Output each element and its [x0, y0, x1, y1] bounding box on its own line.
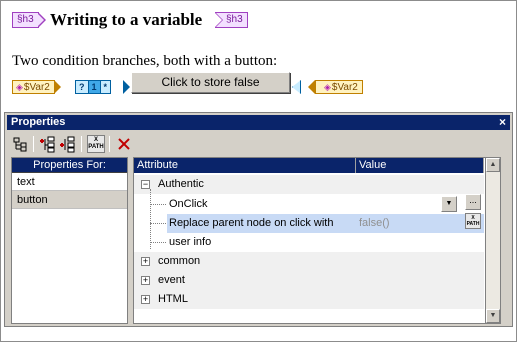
- attribute-row-onclick[interactable]: OnClick ▼: [134, 195, 484, 214]
- add-child-icon[interactable]: [39, 135, 57, 153]
- vertical-scrollbar[interactable]: ▲ ▼: [485, 157, 501, 324]
- scroll-up-icon[interactable]: ▲: [486, 158, 500, 172]
- properties-for-text[interactable]: text: [12, 173, 127, 191]
- value-column-header[interactable]: Value: [356, 158, 484, 173]
- variable-end-tag[interactable]: ◈$Var2: [308, 80, 363, 94]
- group-authentic-row[interactable]: − Authentic: [134, 175, 484, 194]
- group-html-row[interactable]: + HTML: [134, 290, 484, 309]
- toolbar-separator: [109, 136, 110, 152]
- collapse-icon[interactable]: −: [141, 180, 150, 189]
- properties-window: Properties × X PATH Properties For: text…: [4, 112, 513, 327]
- heading-writing-to-variable: Writing to a variable: [50, 10, 203, 29]
- variable-icon: ◈: [16, 82, 23, 92]
- group-common-label: common: [158, 255, 201, 267]
- h3-start-tag[interactable]: §h3: [12, 12, 46, 28]
- attribute-grid: Attribute Value − Authentic OnClick ▼ Re…: [133, 157, 499, 324]
- xpath-label-bottom: PATH: [466, 221, 480, 227]
- scroll-down-icon[interactable]: ▼: [486, 309, 500, 323]
- h3-end-tag[interactable]: §h3: [215, 12, 248, 28]
- properties-title: Properties: [11, 116, 66, 128]
- delete-icon[interactable]: [115, 135, 133, 153]
- branch-sentence: Two condition branches, both with a butt…: [12, 53, 278, 69]
- group-event-row[interactable]: + event: [134, 271, 484, 290]
- tree-view-icon[interactable]: [11, 135, 29, 153]
- condition-branch-star[interactable]: *: [100, 81, 111, 93]
- replace-parent-value[interactable]: false(): [359, 214, 390, 233]
- xpath-icon[interactable]: X PATH: [87, 135, 105, 153]
- condition-branch-1[interactable]: 1: [88, 81, 101, 93]
- xpath-icon[interactable]: X PATH: [465, 213, 481, 229]
- properties-for-list: Properties For: text button: [11, 157, 128, 324]
- close-icon[interactable]: ×: [499, 115, 506, 129]
- store-false-button[interactable]: Click to store false: [131, 72, 290, 93]
- xpath-label-top: X: [93, 137, 98, 143]
- xpath-label-bottom: PATH: [88, 144, 104, 150]
- expand-icon[interactable]: +: [141, 257, 150, 266]
- properties-titlebar: Properties ×: [7, 115, 510, 130]
- add-sibling-icon[interactable]: [59, 135, 77, 153]
- chevron-down-icon[interactable]: ▼: [441, 196, 457, 212]
- variable-start-label: $Var2: [23, 82, 50, 93]
- h3-end-tag-label: §h3: [226, 14, 243, 25]
- properties-for-button[interactable]: button: [12, 191, 127, 209]
- h3-start-tag-label: §h3: [17, 14, 34, 25]
- group-event-label: event: [158, 274, 185, 286]
- attribute-column-header[interactable]: Attribute: [134, 158, 356, 173]
- user-info-label: user info: [169, 236, 212, 248]
- variable-end-label: $Var2: [331, 82, 358, 93]
- variable-icon: ◈: [324, 82, 331, 92]
- properties-toolbar: X PATH: [9, 133, 509, 155]
- expand-icon[interactable]: +: [141, 295, 150, 304]
- group-common-row[interactable]: + common: [134, 252, 484, 271]
- expand-icon[interactable]: +: [141, 276, 150, 285]
- attribute-row-replace-parent[interactable]: Replace parent node on click with false(…: [134, 214, 484, 233]
- toolbar-separator: [33, 136, 34, 152]
- group-authentic-label: Authentic: [158, 178, 204, 190]
- ellipsis-button[interactable]: ...: [465, 194, 481, 210]
- replace-parent-label: Replace parent node on click with: [169, 217, 334, 229]
- toolbar-separator: [81, 136, 82, 152]
- condition-arrow-icon: [123, 80, 130, 94]
- condition-tag[interactable]: ? 1 *: [75, 80, 112, 94]
- onclick-label: OnClick: [169, 198, 208, 210]
- properties-for-header: Properties For:: [12, 158, 127, 173]
- condition-question[interactable]: ?: [76, 81, 89, 93]
- attribute-row-user-info[interactable]: user info: [134, 233, 484, 252]
- variable-start-tag[interactable]: ◈$Var2: [12, 80, 61, 94]
- group-html-label: HTML: [158, 293, 188, 305]
